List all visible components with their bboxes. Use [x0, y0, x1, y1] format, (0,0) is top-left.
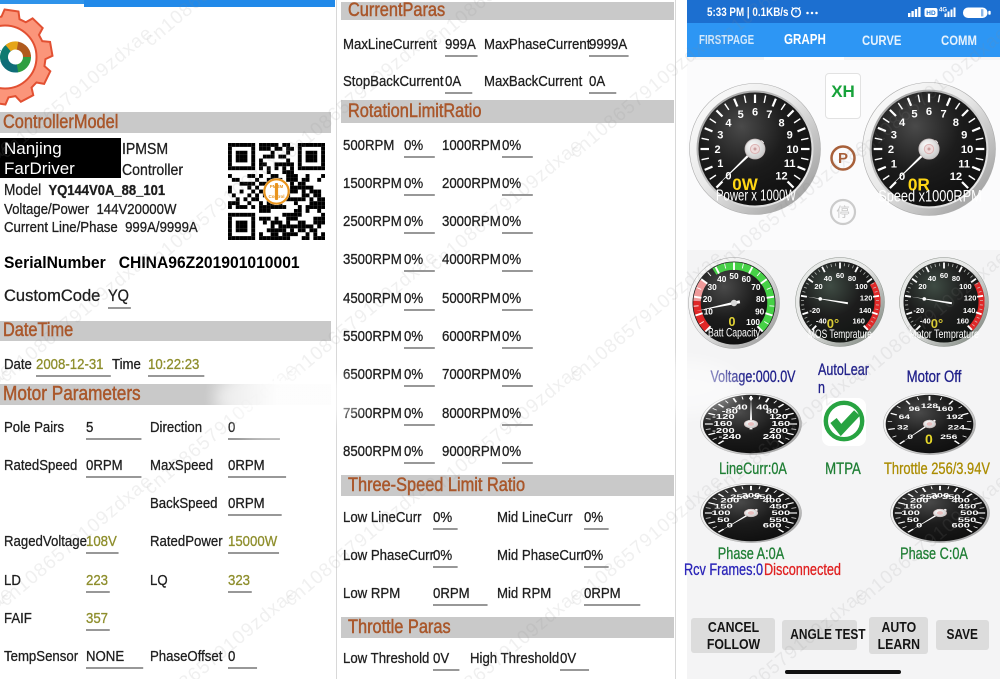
svg-text:20: 20: [918, 282, 926, 291]
svg-text:9: 9: [961, 129, 967, 141]
svg-text:160: 160: [956, 316, 969, 325]
svg-text:60: 60: [836, 271, 844, 280]
svg-text:11: 11: [958, 158, 970, 170]
svg-text:4G: 4G: [939, 8, 947, 14]
svg-text:PMSM: PMSM: [270, 184, 284, 189]
svg-text:-20: -20: [809, 306, 820, 315]
svg-text:Batt Capacity: Batt Capacity: [708, 326, 760, 340]
svg-text:Speed x1000RPM: Speed x1000RPM: [878, 187, 982, 205]
svg-text:40: 40: [717, 274, 727, 284]
svg-text:224: 224: [948, 423, 965, 431]
svg-text:500: 500: [772, 509, 791, 516]
svg-text:100: 100: [901, 509, 919, 516]
svg-text:30: 30: [708, 282, 718, 292]
svg-text:10: 10: [961, 144, 973, 156]
svg-text:60: 60: [742, 274, 752, 284]
svg-text:20: 20: [814, 282, 822, 291]
svg-text:70: 70: [751, 282, 761, 292]
svg-text:100: 100: [855, 282, 868, 291]
svg-text:-160: -160: [710, 420, 733, 427]
svg-text:5: 5: [738, 109, 744, 121]
svg-text:450: 450: [769, 503, 788, 510]
svg-text:MOS Temprature: MOS Temprature: [808, 327, 872, 341]
svg-text:-200: -200: [712, 427, 735, 434]
svg-text:32: 32: [897, 423, 909, 431]
svg-text:7: 7: [940, 109, 946, 121]
svg-text:HD: HD: [926, 10, 936, 17]
svg-text:8: 8: [778, 117, 784, 129]
svg-text:1: 1: [717, 158, 723, 170]
svg-text:64: 64: [899, 413, 911, 421]
svg-text:80: 80: [756, 294, 766, 304]
svg-text:100: 100: [712, 509, 731, 516]
svg-text:160: 160: [852, 316, 865, 325]
svg-text:600: 600: [763, 522, 782, 529]
svg-text:50: 50: [717, 516, 730, 523]
svg-text:9: 9: [787, 129, 793, 141]
svg-text:40: 40: [928, 274, 936, 283]
svg-text:96: 96: [909, 405, 921, 413]
svg-text:6: 6: [752, 106, 758, 118]
svg-text:-40: -40: [816, 316, 827, 325]
svg-text:12: 12: [950, 171, 962, 183]
svg-text:20: 20: [703, 294, 713, 304]
svg-text:40: 40: [824, 274, 832, 283]
svg-text:7: 7: [766, 109, 772, 121]
svg-text:160: 160: [936, 405, 953, 413]
svg-text:停: 停: [836, 204, 850, 220]
svg-text:Control: Control: [269, 194, 285, 199]
svg-text:1: 1: [891, 158, 897, 170]
svg-text:140: 140: [859, 306, 872, 315]
svg-text:3: 3: [717, 129, 723, 141]
svg-text:11: 11: [784, 158, 796, 170]
svg-text:120: 120: [860, 294, 873, 303]
svg-text:50: 50: [729, 271, 739, 281]
svg-text:-40: -40: [731, 403, 747, 410]
svg-text:10: 10: [786, 144, 798, 156]
svg-text:2: 2: [714, 144, 720, 156]
svg-text:2: 2: [888, 144, 894, 156]
svg-text:8: 8: [953, 117, 959, 129]
svg-text:50: 50: [907, 516, 919, 523]
svg-text:90: 90: [755, 306, 765, 316]
svg-text:12: 12: [775, 170, 787, 182]
svg-text:140: 140: [963, 306, 976, 315]
svg-text:192: 192: [946, 413, 963, 421]
svg-text:256: 256: [940, 433, 957, 441]
svg-text:60: 60: [940, 271, 948, 280]
svg-text:4: 4: [725, 117, 732, 129]
